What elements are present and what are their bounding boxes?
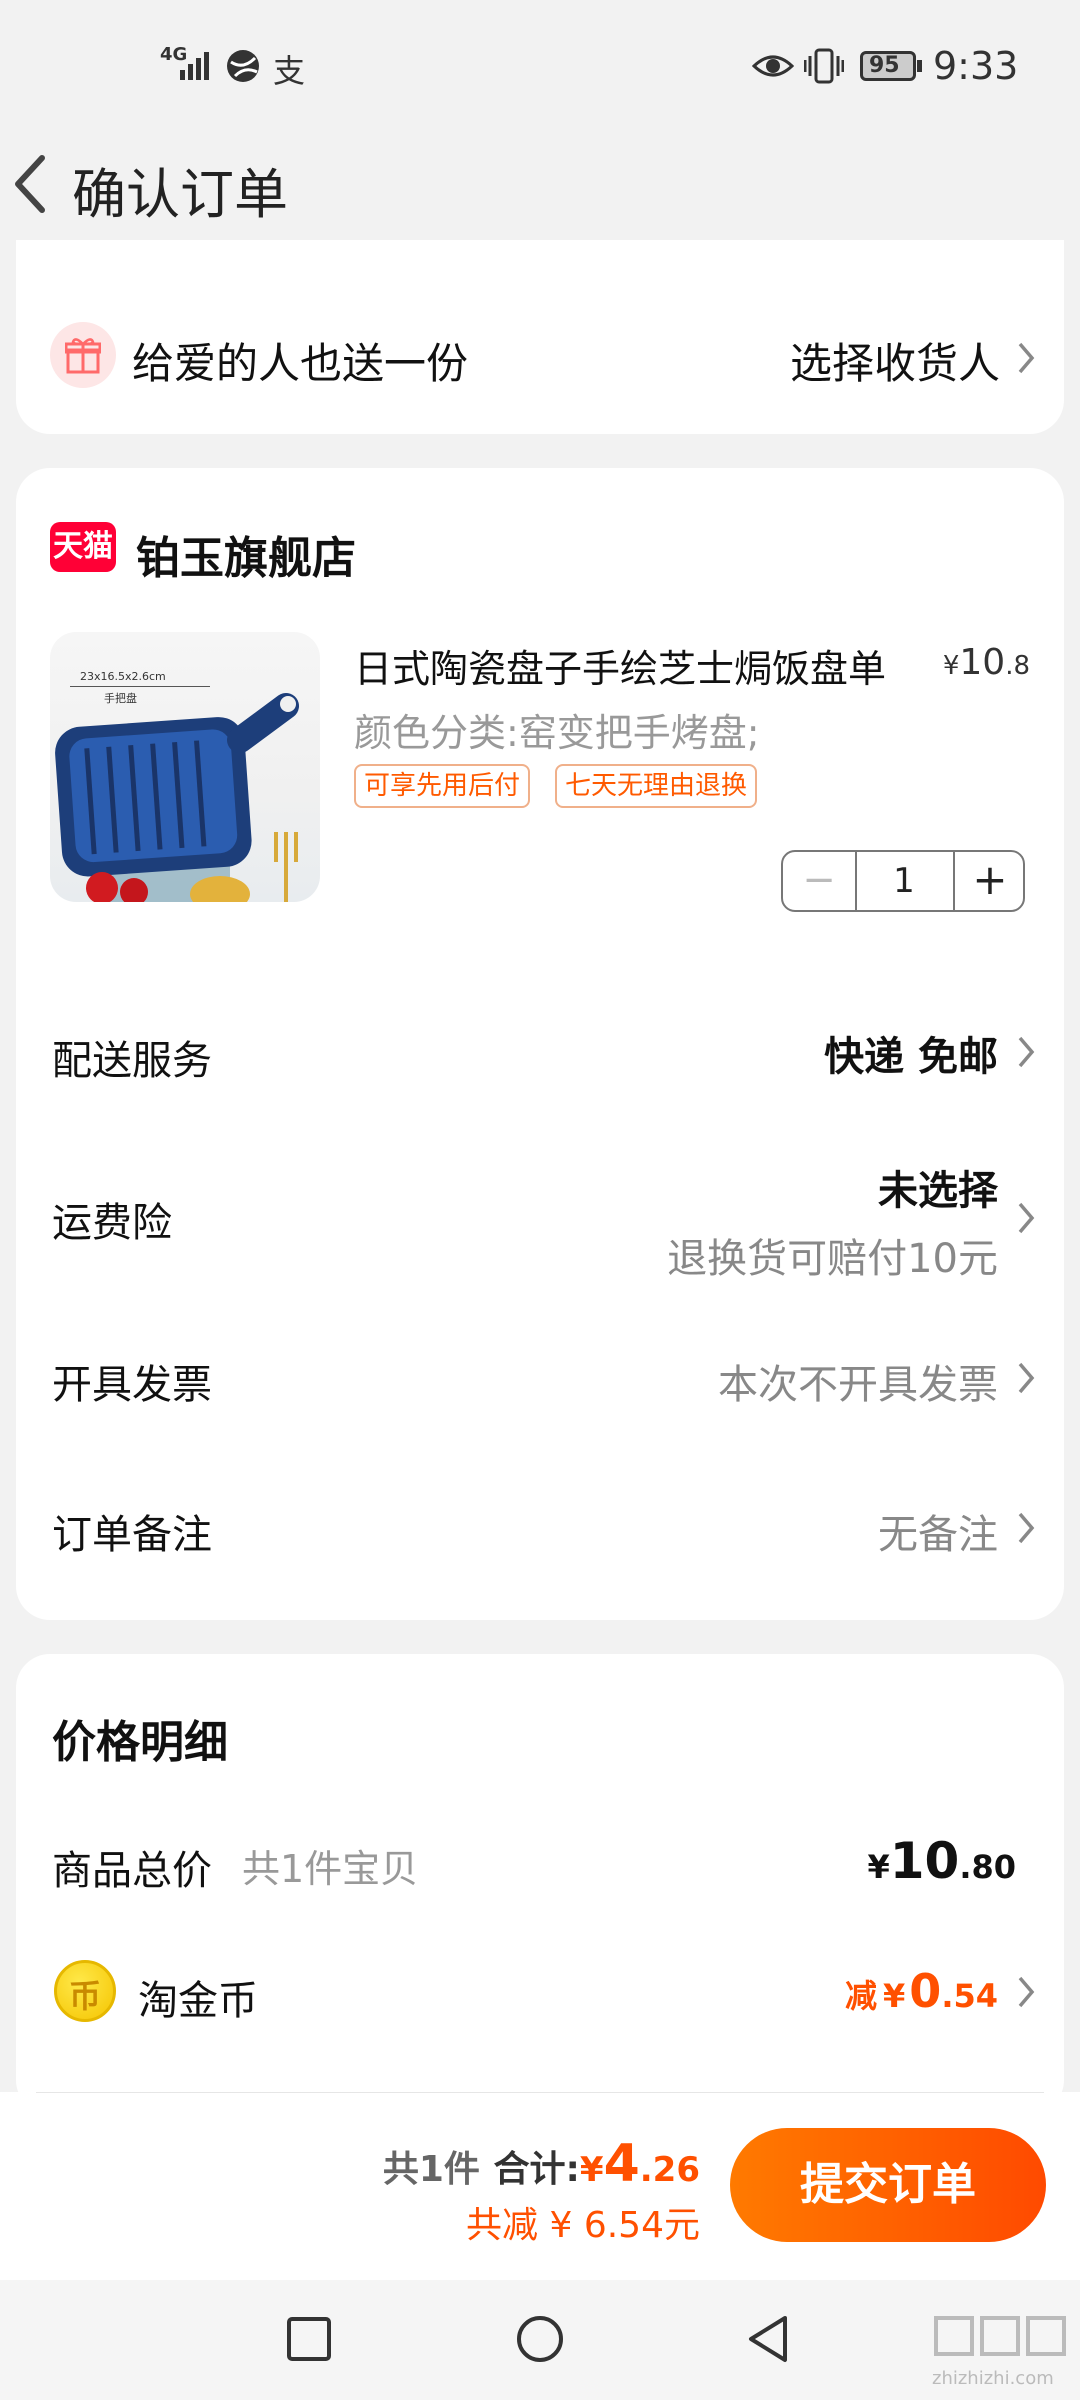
insurance-value[interactable]: 未选择 [878,1158,998,1216]
page-title: 确认订单 [72,163,288,226]
delivery-label: 配送服务 [52,1038,212,1084]
note-value[interactable]: 无备注 [878,1502,998,1560]
goods-dec: .80 [959,1848,1016,1886]
product-price: ¥10.8 [943,642,1030,683]
globe-icon [227,50,259,82]
quantity-stepper: − 1 + [781,850,1025,912]
order-card: 天猫 铂玉旗舰店 23x16.5x2.6cm 手把盘 日式陶瓷盘子手绘芝士焗饭盘… [16,468,1064,1620]
store-name[interactable]: 铂玉旗舰店 [136,522,356,586]
product-image[interactable]: 23x16.5x2.6cm 手把盘 [50,632,320,902]
chevron-right-icon[interactable] [1016,1200,1036,1236]
coin-int: 0 [909,1964,942,2018]
vibrate-icon [804,48,844,84]
insurance-label: 运费险 [52,1200,172,1246]
clock: 9:33 [933,44,1019,88]
watermark-text: zhizhizhi.com [932,2368,1054,2389]
price-int: 10 [959,642,1006,683]
back-icon[interactable] [745,2314,791,2364]
price-dec: .8 [1005,651,1030,681]
chevron-right-icon[interactable] [1016,1510,1036,1546]
divider [36,2092,1044,2093]
chevron-right-icon[interactable] [1016,1360,1036,1396]
eye-icon [752,55,794,77]
goods-count: 共1件宝贝 [242,1847,419,1891]
decrease-button[interactable]: − [783,852,857,910]
chevron-right-icon[interactable] [1016,1034,1036,1070]
total-currency: ¥ [579,2150,604,2190]
image-size-line [70,686,210,687]
watermark-logo [932,2316,1072,2366]
tag-pay-later: 可享先用后付 [354,764,531,808]
increase-button[interactable]: + [953,852,1025,910]
gift-icon-bg [50,322,116,388]
total-line: 共1件 合计:¥4.26 [383,2134,700,2194]
price-detail-card: 价格明细 商品总价 共1件宝贝 ¥10.80 币 淘金币 减 ¥0.54 [16,1654,1064,2114]
price-detail-title: 价格明细 [52,1717,228,1768]
tag-return: 七天无理由退换 [555,764,758,808]
tmall-badge-text: 天猫 [53,529,113,564]
home-icon[interactable] [515,2314,565,2364]
coin-currency: ¥ [883,1977,906,2015]
goods-total-price: ¥10.80 [867,1832,1016,1890]
coin-glyph: 币 [69,1977,102,2015]
battery-level: 95 [869,53,900,78]
insurance-sub: 退换货可赔付10元 [667,1236,998,1282]
item-count: 共1件 [382,2149,480,2190]
coin-discount[interactable]: 减 ¥0.54 [845,1964,998,2018]
tmall-badge: 天猫 [50,522,116,572]
coin-dec: .54 [941,1977,998,2015]
total-int: 4 [603,2134,640,2194]
invoice-value[interactable]: 本次不开具发票 [718,1352,998,1410]
submit-order-button[interactable]: 提交订单 [730,2128,1046,2242]
gift-card[interactable]: 给爱的人也送一份 选择收货人 [16,240,1064,434]
image-size-label: 23x16.5x2.6cm [80,670,166,683]
signal-icon [180,52,209,80]
gift-icon [65,338,101,374]
select-receiver-label[interactable]: 选择收货人 [790,330,1000,391]
status-bar: 4G 支 95 9:33 [0,0,1080,130]
goods-currency: ¥ [867,1848,890,1886]
total-label: 合计: [493,2149,580,2190]
price-currency: ¥ [942,651,960,681]
delivery-value[interactable]: 快递 免邮 [824,1024,998,1082]
chevron-right-icon [1018,342,1035,374]
note-label: 订单备注 [52,1512,212,1558]
saved-amount: 共减 ¥ 6.54元 [466,2205,700,2246]
coin-prefix: 减 [845,1977,878,2015]
invoice-label: 开具发票 [52,1362,212,1408]
bottom-action-bar: 共1件 合计:¥4.26 共减 ¥ 6.54元 提交订单 [0,2092,1080,2280]
goods-int: 10 [889,1832,960,1890]
coin-label: 淘金币 [138,1978,258,2024]
chevron-right-icon[interactable] [1016,1974,1036,2010]
recent-apps-icon[interactable] [286,2316,332,2362]
taojinbi-coin-icon: 币 [54,1960,116,2022]
goods-total-label: 商品总价 [52,1848,212,1894]
alipay-icon: 支 [273,52,306,90]
product-title[interactable]: 日式陶瓷盘子手绘芝士焗饭盘单 [354,638,886,693]
system-nav-bar: zhizhizhi.com [0,2280,1080,2400]
back-arrow-icon[interactable] [10,152,50,216]
gift-label: 给爱的人也送一份 [132,339,469,388]
total-dec: .26 [639,2150,700,2190]
image-name-label: 手把盘 [104,692,137,705]
quantity-value[interactable]: 1 [857,852,951,910]
battery-icon: 95 [860,51,916,81]
battery-tip [917,60,922,72]
product-spec[interactable]: 颜色分类:窑变把手烤盘; [354,702,760,757]
watermark-icon [934,2316,1066,2356]
